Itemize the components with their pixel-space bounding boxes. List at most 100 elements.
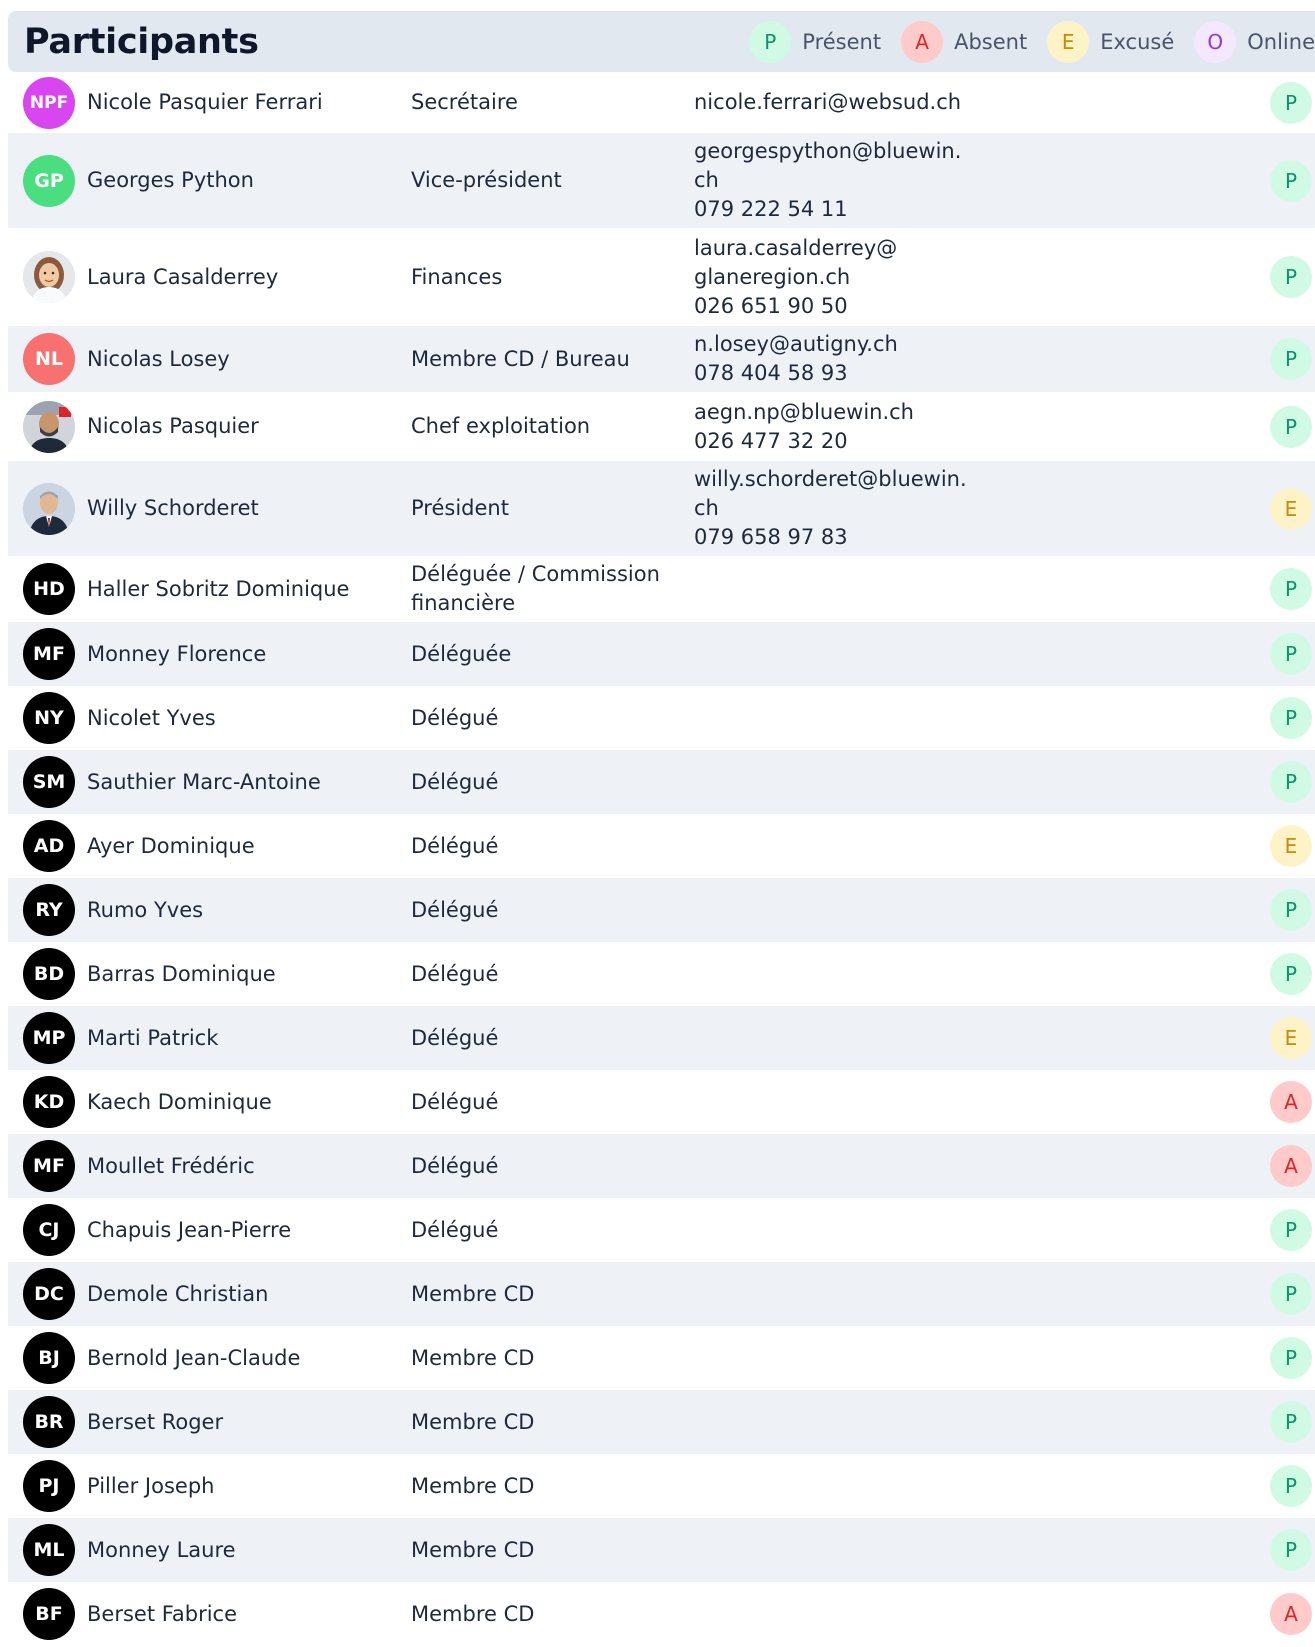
participant-row[interactable]: Nicolas Pasquier Chef exploitation aegn.np…	[8, 392, 1315, 461]
participant-role-line: Secrétaire	[411, 90, 518, 114]
participant-contact-line[interactable]: ch	[694, 494, 974, 523]
participant-name: Berset Fabrice	[87, 1602, 238, 1626]
avatar: PJ	[23, 1460, 75, 1512]
participant-contact-line[interactable]: georgespython@bluewin.	[694, 137, 974, 166]
participant-role: Membre CD	[411, 1472, 661, 1501]
participant-role-line: financière	[411, 591, 516, 615]
participant-row[interactable]: MP Marti Patrick Délégué E	[8, 1006, 1315, 1070]
avatar: GP	[23, 155, 75, 207]
avatar: ML	[23, 1524, 75, 1576]
legend-label-absent: Absent	[954, 29, 1028, 54]
participant-row[interactable]: GP Georges Python Vice-président georgespyt…	[8, 133, 1315, 228]
participant-row[interactable]: ML Monney Laure Membre CD P	[8, 1518, 1315, 1582]
participant-name: Ayer Dominique	[87, 834, 255, 858]
participant-row[interactable]: CJ Chapuis Jean-Pierre Délégué P	[8, 1198, 1315, 1262]
status-badge[interactable]: P	[1270, 1465, 1312, 1507]
participant-role: Membre CD	[411, 1600, 661, 1629]
status-badge[interactable]: P	[1270, 1401, 1312, 1443]
status-badge[interactable]: P	[1270, 697, 1312, 739]
participant-row[interactable]: SM Sauthier Marc-Antoine Délégué P	[8, 750, 1315, 814]
status-badge[interactable]: P	[1270, 1273, 1312, 1315]
participant-name: Haller Sobritz Dominique	[87, 577, 350, 601]
status-badge[interactable]: A	[1270, 1593, 1312, 1635]
participant-contact-line[interactable]: 026 477 32 20	[694, 427, 974, 456]
status-badge[interactable]: P	[1270, 338, 1312, 380]
status-badge[interactable]: P	[1270, 953, 1312, 995]
status-badge[interactable]: P	[1270, 1529, 1312, 1571]
participant-contact: laura.casalderrey@ glaneregion.ch 026 651 …	[694, 234, 974, 321]
participant-name: Barras Dominique	[87, 962, 276, 986]
participant-row[interactable]: HD Haller Sobritz Dominique Déléguée / Com…	[8, 556, 1315, 622]
status-badge[interactable]: P	[1270, 160, 1312, 202]
avatar: MF	[23, 1140, 75, 1192]
status-badge[interactable]: A	[1270, 1145, 1312, 1187]
avatar: BD	[23, 948, 75, 1000]
legend-badge-present: P	[749, 20, 792, 63]
participant-row[interactable]: NL Nicolas Losey Membre CD / Bureau n.losey…	[8, 326, 1315, 392]
participant-row[interactable]: NPF Nicole Pasquier Ferrari Secrétaire nico…	[8, 72, 1315, 133]
participant-row[interactable]: BJ Bernold Jean-Claude Membre CD P	[8, 1326, 1315, 1390]
status-badge[interactable]: P	[1270, 406, 1312, 448]
avatar: SM	[23, 756, 75, 808]
participant-row[interactable]: BF Berset Fabrice Membre CD A	[8, 1582, 1315, 1646]
participant-row[interactable]: BR Berset Roger Membre CD P	[8, 1390, 1315, 1454]
status-badge[interactable]: P	[1270, 761, 1312, 803]
participant-contact-line[interactable]: 078 404 58 93	[694, 359, 974, 388]
status-badge[interactable]: P	[1270, 633, 1312, 675]
participant-role-line: Délégué	[411, 1090, 499, 1114]
legend-label-online: Online	[1247, 29, 1315, 54]
participant-role: Délégué	[411, 1088, 661, 1117]
participant-contact-line[interactable]: 079 658 97 83	[694, 523, 974, 552]
status-badge[interactable]: P	[1270, 256, 1312, 298]
status-badge[interactable]: P	[1270, 82, 1312, 124]
participant-contact-line[interactable]: glaneregion.ch	[694, 263, 974, 292]
status-badge[interactable]: A	[1270, 1081, 1312, 1123]
participant-contact-line[interactable]: willy.schorderet@bluewin.	[694, 465, 974, 494]
participant-name: Monney Florence	[87, 642, 267, 666]
participant-role-line: Membre CD	[411, 1538, 535, 1562]
status-badge[interactable]: P	[1270, 1337, 1312, 1379]
participant-contact-line[interactable]: 026 651 90 50	[694, 292, 974, 321]
participant-role: Délégué	[411, 1024, 661, 1053]
participant-role: Délégué	[411, 832, 661, 861]
participant-contact-line[interactable]: 079 222 54 11	[694, 195, 974, 224]
participant-contact-line[interactable]: n.losey@autigny.ch	[694, 330, 974, 359]
participant-name: Nicolas Pasquier	[87, 414, 259, 438]
status-badge[interactable]: P	[1270, 568, 1312, 610]
participant-name: Marti Patrick	[87, 1026, 219, 1050]
avatar: BF	[23, 1588, 75, 1640]
status-badge[interactable]: E	[1270, 488, 1312, 530]
participant-role: Chef exploitation	[411, 412, 661, 441]
participant-contact-line[interactable]: laura.casalderrey@	[694, 234, 974, 263]
page-title: Participants	[24, 21, 259, 62]
participant-row[interactable]: MF Moullet Frédéric Délégué A	[8, 1134, 1315, 1198]
status-badge[interactable]: E	[1270, 825, 1312, 867]
participant-row[interactable]: DC Demole Christian Membre CD P	[8, 1262, 1315, 1326]
status-badge[interactable]: E	[1270, 1017, 1312, 1059]
participant-role: Membre CD	[411, 1536, 661, 1565]
participant-name: Rumo Yves	[87, 898, 204, 922]
status-badge[interactable]: P	[1270, 1209, 1312, 1251]
participant-row[interactable]: MF Monney Florence Déléguée P	[8, 622, 1315, 686]
participant-role-line: Président	[411, 496, 509, 520]
participant-row[interactable]: PJ Piller Joseph Membre CD P	[8, 1454, 1315, 1518]
participant-row[interactable]: NY Nicolet Yves Délégué P	[8, 686, 1315, 750]
participant-contact-line[interactable]: aegn.np@bluewin.ch	[694, 398, 974, 427]
participant-name: Piller Joseph	[87, 1474, 215, 1498]
participant-row[interactable]: Laura Casalderrey Finances laura.casalderr…	[8, 228, 1315, 326]
participant-contact-line[interactable]: nicole.ferrari@websud.ch	[694, 88, 974, 117]
participant-row[interactable]: RY Rumo Yves Délégué P	[8, 878, 1315, 942]
status-badge[interactable]: P	[1270, 889, 1312, 931]
participant-contact: nicole.ferrari@websud.ch	[694, 88, 974, 117]
legend-item-online: O Online	[1194, 20, 1315, 63]
participant-row[interactable]: Willy Schorderet Président willy.schordere…	[8, 461, 1315, 556]
participant-role: Vice-président	[411, 166, 661, 195]
avatar: CJ	[23, 1204, 75, 1256]
participant-row[interactable]: KD Kaech Dominique Délégué A	[8, 1070, 1315, 1134]
legend-label-excused: Excusé	[1100, 29, 1175, 54]
participant-role: Membre CD / Bureau	[411, 345, 661, 374]
participant-contact-line[interactable]: ch	[694, 166, 974, 195]
participant-name: Nicolet Yves	[87, 706, 216, 730]
participant-row[interactable]: BD Barras Dominique Délégué P	[8, 942, 1315, 1006]
participant-row[interactable]: AD Ayer Dominique Délégué E	[8, 814, 1315, 878]
